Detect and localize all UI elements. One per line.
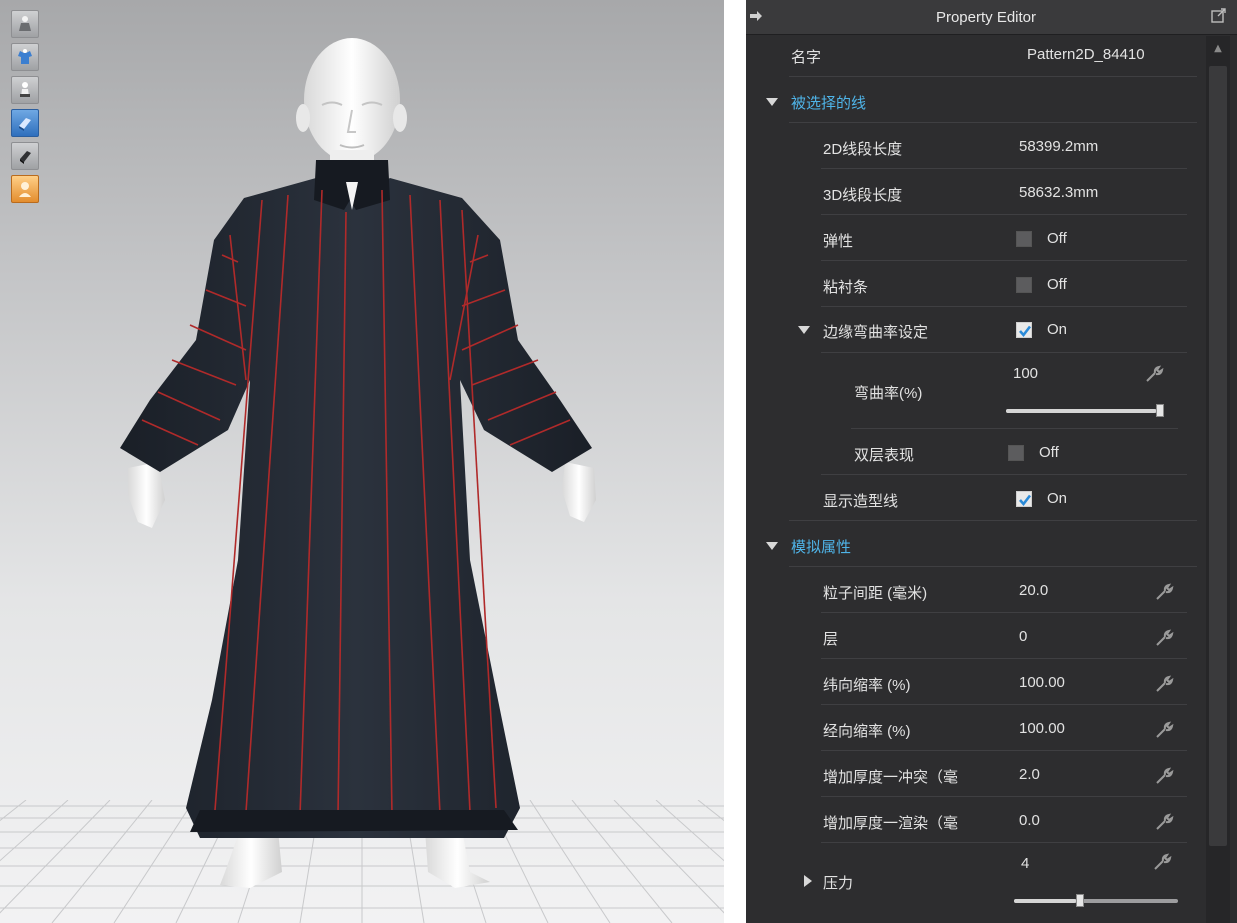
fuse-value: Off xyxy=(1047,276,1067,293)
avatar-garment-icon[interactable] xyxy=(11,10,39,38)
wrench-icon[interactable] xyxy=(1152,852,1172,872)
show-style-line-checkbox[interactable] xyxy=(1016,491,1032,507)
warp-shrink-value[interactable]: 100.00 xyxy=(1019,720,1065,737)
scroll-thumb[interactable] xyxy=(1209,66,1227,846)
particle-distance-label: 粒子间距 (毫米) xyxy=(823,585,928,602)
thickness-collision-value[interactable]: 2.0 xyxy=(1019,766,1040,783)
double-layer-checkbox[interactable] xyxy=(1008,445,1024,461)
pressure-slider-handle[interactable] xyxy=(1076,894,1084,907)
avatar-3d-model[interactable] xyxy=(100,30,620,910)
left-foot xyxy=(220,830,282,888)
thickness-collision-label: 增加厚度一冲突（毫 xyxy=(823,769,959,786)
curvature-label: 弯曲率(%) xyxy=(854,385,923,402)
weft-shrink-label: 纬向缩率 (%) xyxy=(823,677,911,694)
thickness-render-label: 增加厚度一渲染（毫 xyxy=(823,815,959,832)
wrench-icon[interactable] xyxy=(1154,812,1174,832)
section-simulation[interactable]: 模拟属性 xyxy=(791,536,851,557)
layer-value[interactable]: 0 xyxy=(1019,628,1027,645)
length-2d-label: 2D线段长度 xyxy=(823,141,903,158)
property-editor-scrollbar[interactable]: ▲ xyxy=(1206,36,1230,923)
thickness-render-value[interactable]: 0.0 xyxy=(1019,812,1040,829)
checkmark-icon xyxy=(1019,494,1032,507)
elastic-value: Off xyxy=(1047,230,1067,247)
pressure-label[interactable]: 压力 xyxy=(823,872,853,893)
show-style-line-label: 显示造型线 xyxy=(823,493,899,510)
fuse-checkbox[interactable] xyxy=(1016,277,1032,293)
expand-curvature-icon[interactable] xyxy=(798,326,810,334)
scroll-up-icon[interactable]: ▲ xyxy=(1209,40,1227,58)
3d-viewport[interactable] xyxy=(0,0,724,923)
user-icon[interactable] xyxy=(11,175,39,203)
elastic-checkbox[interactable] xyxy=(1016,231,1032,247)
wrench-icon[interactable] xyxy=(1154,766,1174,786)
wrench-icon[interactable] xyxy=(1154,674,1174,694)
warp-shrink-label: 经向缩率 (%) xyxy=(823,723,911,740)
name-label: 名字 xyxy=(791,49,822,66)
length-3d-value: 58632.3mm xyxy=(1019,184,1099,201)
length-3d-label: 3D线段长度 xyxy=(823,187,903,204)
curvature-set-checkbox[interactable] xyxy=(1016,322,1032,338)
pressure-value[interactable]: 4 xyxy=(1021,855,1029,872)
curvature-value[interactable]: 100 xyxy=(1013,365,1038,382)
avatar-head xyxy=(304,38,400,162)
name-field[interactable]: Pattern2D_84410 xyxy=(1027,46,1195,63)
panel-title: Property Editor xyxy=(935,9,1037,26)
wrench-icon[interactable] xyxy=(1154,720,1174,740)
double-layer-label: 双层表现 xyxy=(854,447,915,464)
curvature-slider-handle[interactable] xyxy=(1156,404,1164,417)
curvature-set-label[interactable]: 边缘弯曲率设定 xyxy=(823,321,928,342)
particle-distance-value[interactable]: 20.0 xyxy=(1019,582,1048,599)
curvature-slider[interactable] xyxy=(1006,404,1164,417)
double-layer-value: Off xyxy=(1039,444,1059,461)
curvature-set-value: On xyxy=(1047,321,1068,338)
popout-icon[interactable] xyxy=(1211,7,1227,23)
elastic-label: 弹性 xyxy=(823,233,854,250)
pattern-view-icon[interactable] xyxy=(11,109,39,137)
weft-shrink-value[interactable]: 100.00 xyxy=(1019,674,1065,691)
property-editor-panel: Property Editor 名字 Pattern2D_84410 被选择的线… xyxy=(746,0,1237,923)
section-selected-line[interactable]: 被选择的线 xyxy=(791,92,866,113)
expand-pressure-icon[interactable] xyxy=(804,875,812,887)
checkmark-icon xyxy=(1019,325,1032,338)
right-hand xyxy=(562,462,596,522)
viewport-toolbar xyxy=(11,10,41,208)
right-foot xyxy=(425,830,490,888)
wrench-icon[interactable] xyxy=(1154,628,1174,648)
expand-simulation-icon[interactable] xyxy=(766,542,778,550)
robe xyxy=(120,178,592,838)
avatar-icon[interactable] xyxy=(11,76,39,104)
expand-selected-line-icon[interactable] xyxy=(766,98,778,106)
wrench-icon[interactable] xyxy=(1144,364,1164,384)
texture-icon[interactable] xyxy=(11,142,39,170)
layer-label: 层 xyxy=(823,631,839,648)
pressure-slider[interactable] xyxy=(1014,894,1178,907)
show-style-line-value: On xyxy=(1047,490,1068,507)
fuse-label: 粘衬条 xyxy=(823,279,869,296)
property-editor-titlebar: Property Editor xyxy=(746,0,1237,35)
length-2d-value: 58399.2mm xyxy=(1019,138,1099,155)
garment-icon[interactable] xyxy=(11,43,39,71)
left-hand xyxy=(128,462,165,528)
wrench-icon[interactable] xyxy=(1154,582,1174,602)
